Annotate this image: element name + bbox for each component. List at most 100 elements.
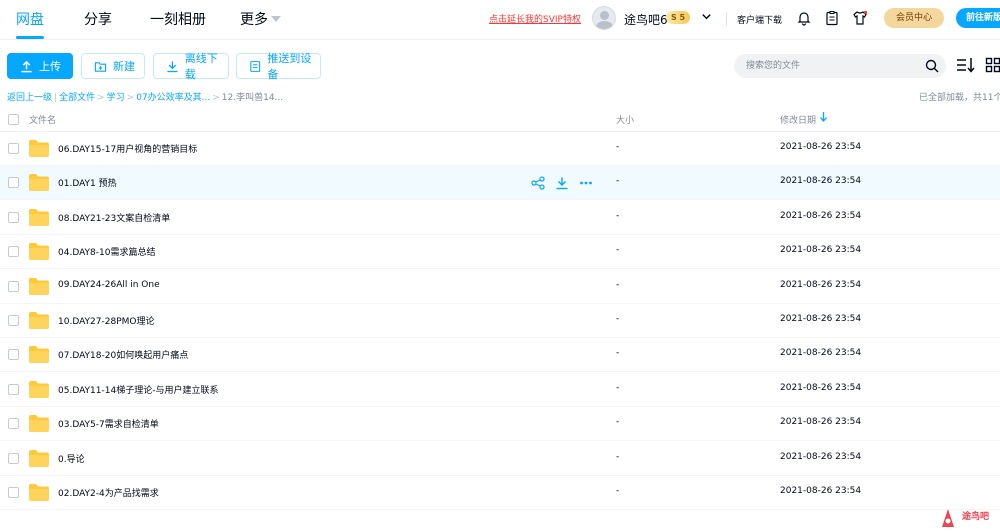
folder-icon bbox=[29, 449, 49, 467]
chevron-down-icon[interactable] bbox=[271, 16, 281, 22]
more-icon[interactable] bbox=[579, 176, 593, 190]
table-row[interactable]: 05.DAY11-14梯子理论-与用户建立联系 - 2021-08-26 23:54 bbox=[0, 373, 1000, 407]
file-size: - bbox=[616, 176, 620, 187]
row-checkbox[interactable] bbox=[8, 452, 19, 464]
new-folder-icon bbox=[94, 61, 107, 72]
folder-icon bbox=[29, 277, 49, 295]
row-checkbox[interactable] bbox=[8, 143, 19, 154]
file-name[interactable]: 02.DAY2-4为产品找需求 bbox=[58, 486, 159, 499]
search-input[interactable] bbox=[746, 59, 916, 73]
download-icon bbox=[167, 60, 178, 72]
row-checkbox[interactable] bbox=[8, 315, 19, 326]
vip-badge: S 5 bbox=[666, 11, 691, 24]
file-name[interactable]: 04.DAY8-10需求篇总结 bbox=[58, 245, 155, 258]
table-row[interactable]: 08.DAY21-23文案自检清单 - 2021-08-26 23:54 bbox=[0, 201, 1000, 235]
table-row[interactable]: 02.DAY2-4为产品找需求 - 2021-08-26 23:54 bbox=[0, 476, 1000, 510]
select-all-checkbox[interactable] bbox=[8, 114, 19, 125]
file-name[interactable]: 06.DAY15-17用户视角的营销目标 bbox=[58, 142, 197, 155]
file-date: 2021-08-26 23:54 bbox=[780, 314, 862, 324]
avatar[interactable] bbox=[592, 6, 616, 30]
folder-icon bbox=[29, 312, 49, 329]
file-date: 2021-08-26 23:54 bbox=[780, 382, 862, 393]
table-row[interactable]: 0.导论 - 2021-08-26 23:54 bbox=[0, 442, 1000, 476]
file-name[interactable]: 01.DAY1 预热 bbox=[58, 176, 117, 189]
column-date[interactable]: 修改日期 bbox=[780, 113, 816, 126]
offline-label: 离线下载 bbox=[184, 52, 218, 81]
file-size: - bbox=[616, 348, 620, 359]
client-download-link[interactable]: 客户端下载 bbox=[737, 13, 782, 26]
row-checkbox[interactable] bbox=[8, 418, 19, 430]
table-row[interactable]: 10.DAY27-28PMO理论 - 2021-08-26 23:54 bbox=[0, 304, 1000, 338]
push-to-device-button[interactable]: 推送到设备 bbox=[236, 52, 321, 81]
nav-netdisk[interactable]: 网盘 bbox=[16, 9, 44, 29]
search-box bbox=[734, 54, 946, 78]
divider bbox=[726, 12, 727, 26]
table-row[interactable]: 07.DAY18-20如何唤起用户痛点 - 2021-08-26 23:54 bbox=[0, 338, 1000, 373]
row-checkbox[interactable] bbox=[8, 349, 19, 361]
file-name[interactable]: 03.DAY5-7需求自检清单 bbox=[58, 417, 159, 430]
search-icon[interactable] bbox=[925, 59, 939, 73]
file-size: - bbox=[616, 142, 620, 152]
member-center-button[interactable]: 会员中心 bbox=[884, 8, 944, 28]
user-menu-chevron-icon[interactable] bbox=[701, 11, 712, 25]
shirt-icon[interactable] bbox=[852, 10, 868, 26]
username[interactable]: 途鸟吧6 bbox=[624, 11, 668, 28]
grid-view-icon[interactable] bbox=[985, 57, 1000, 73]
row-checkbox[interactable] bbox=[8, 383, 19, 395]
file-date: 2021-08-26 23:54 bbox=[780, 279, 862, 290]
file-size: - bbox=[616, 451, 620, 462]
breadcrumb-office[interactable]: 07办公效率及其... bbox=[136, 93, 210, 103]
new-label: 新建 bbox=[113, 60, 135, 73]
file-name[interactable]: 08.DAY21-23文案自检清单 bbox=[58, 211, 170, 224]
load-status: 已全部加载，共11个 bbox=[919, 93, 1000, 103]
device-icon bbox=[250, 60, 261, 72]
offline-download-button[interactable]: 离线下载 bbox=[153, 52, 229, 81]
table-row[interactable]: 09.DAY24-26All in One - 2021-08-26 23:54 bbox=[0, 270, 1000, 304]
row-checkbox[interactable] bbox=[8, 211, 19, 223]
breadcrumb-back[interactable]: 返回上一级 bbox=[7, 93, 52, 103]
file-date: 2021-08-26 23:54 bbox=[780, 176, 862, 187]
file-size: - bbox=[616, 245, 620, 256]
file-date: 2021-08-26 23:54 bbox=[780, 417, 862, 428]
column-name[interactable]: 文件名 bbox=[29, 113, 56, 126]
new-folder-button[interactable]: 新建 bbox=[81, 53, 145, 79]
row-checkbox[interactable] bbox=[8, 280, 19, 292]
clipboard-icon[interactable] bbox=[824, 10, 840, 26]
sort-icon[interactable] bbox=[956, 56, 976, 74]
file-name[interactable]: 10.DAY27-28PMO理论 bbox=[58, 314, 154, 327]
table-row[interactable]: 06.DAY15-17用户视角的营销目标 - 2021-08-26 23:54 bbox=[0, 132, 1000, 166]
table-header: 文件名 大小 修改日期 bbox=[0, 108, 1000, 132]
breadcrumb-all-files[interactable]: 全部文件 bbox=[59, 93, 95, 103]
file-name[interactable]: 05.DAY11-14梯子理论-与用户建立联系 bbox=[58, 383, 218, 396]
vip-level: 5 bbox=[679, 13, 686, 22]
folder-icon bbox=[29, 484, 49, 501]
breadcrumb-study[interactable]: 学习 bbox=[107, 93, 125, 103]
go-new-version-button[interactable]: 前往新版 bbox=[956, 8, 1000, 28]
file-name[interactable]: 0.导论 bbox=[58, 452, 85, 465]
nav-more[interactable]: 更多 bbox=[240, 9, 268, 29]
share-icon[interactable] bbox=[531, 176, 545, 190]
file-name[interactable]: 07.DAY18-20如何唤起用户痛点 bbox=[58, 348, 188, 361]
bell-icon[interactable] bbox=[796, 10, 812, 26]
row-checkbox[interactable] bbox=[8, 487, 19, 498]
upload-label: 上传 bbox=[39, 60, 61, 73]
file-date: 2021-08-26 23:54 bbox=[780, 142, 862, 152]
row-checkbox[interactable] bbox=[8, 177, 19, 189]
row-checkbox[interactable] bbox=[8, 246, 19, 258]
folder-icon bbox=[29, 208, 49, 226]
nav-share[interactable]: 分享 bbox=[84, 9, 112, 29]
sort-arrow-icon[interactable] bbox=[820, 112, 827, 125]
column-size[interactable]: 大小 bbox=[616, 113, 634, 126]
download-icon[interactable] bbox=[555, 176, 569, 190]
file-size: - bbox=[616, 382, 620, 393]
file-size: - bbox=[616, 314, 620, 324]
folder-icon bbox=[29, 243, 49, 261]
table-row[interactable]: 01.DAY1 预热 - 2021-08-26 23:54 bbox=[0, 166, 1000, 201]
table-row[interactable]: 03.DAY5-7需求自检清单 - 2021-08-26 23:54 bbox=[0, 407, 1000, 442]
svip-promo-link[interactable]: 点击延长我的SVIP特权 bbox=[489, 12, 581, 25]
nav-active-indicator bbox=[16, 36, 44, 39]
upload-button[interactable]: 上传 bbox=[7, 53, 73, 79]
table-row[interactable]: 04.DAY8-10需求篇总结 - 2021-08-26 23:54 bbox=[0, 235, 1000, 270]
file-name[interactable]: 09.DAY24-26All in One bbox=[58, 280, 160, 290]
nav-album[interactable]: 一刻相册 bbox=[150, 9, 206, 29]
